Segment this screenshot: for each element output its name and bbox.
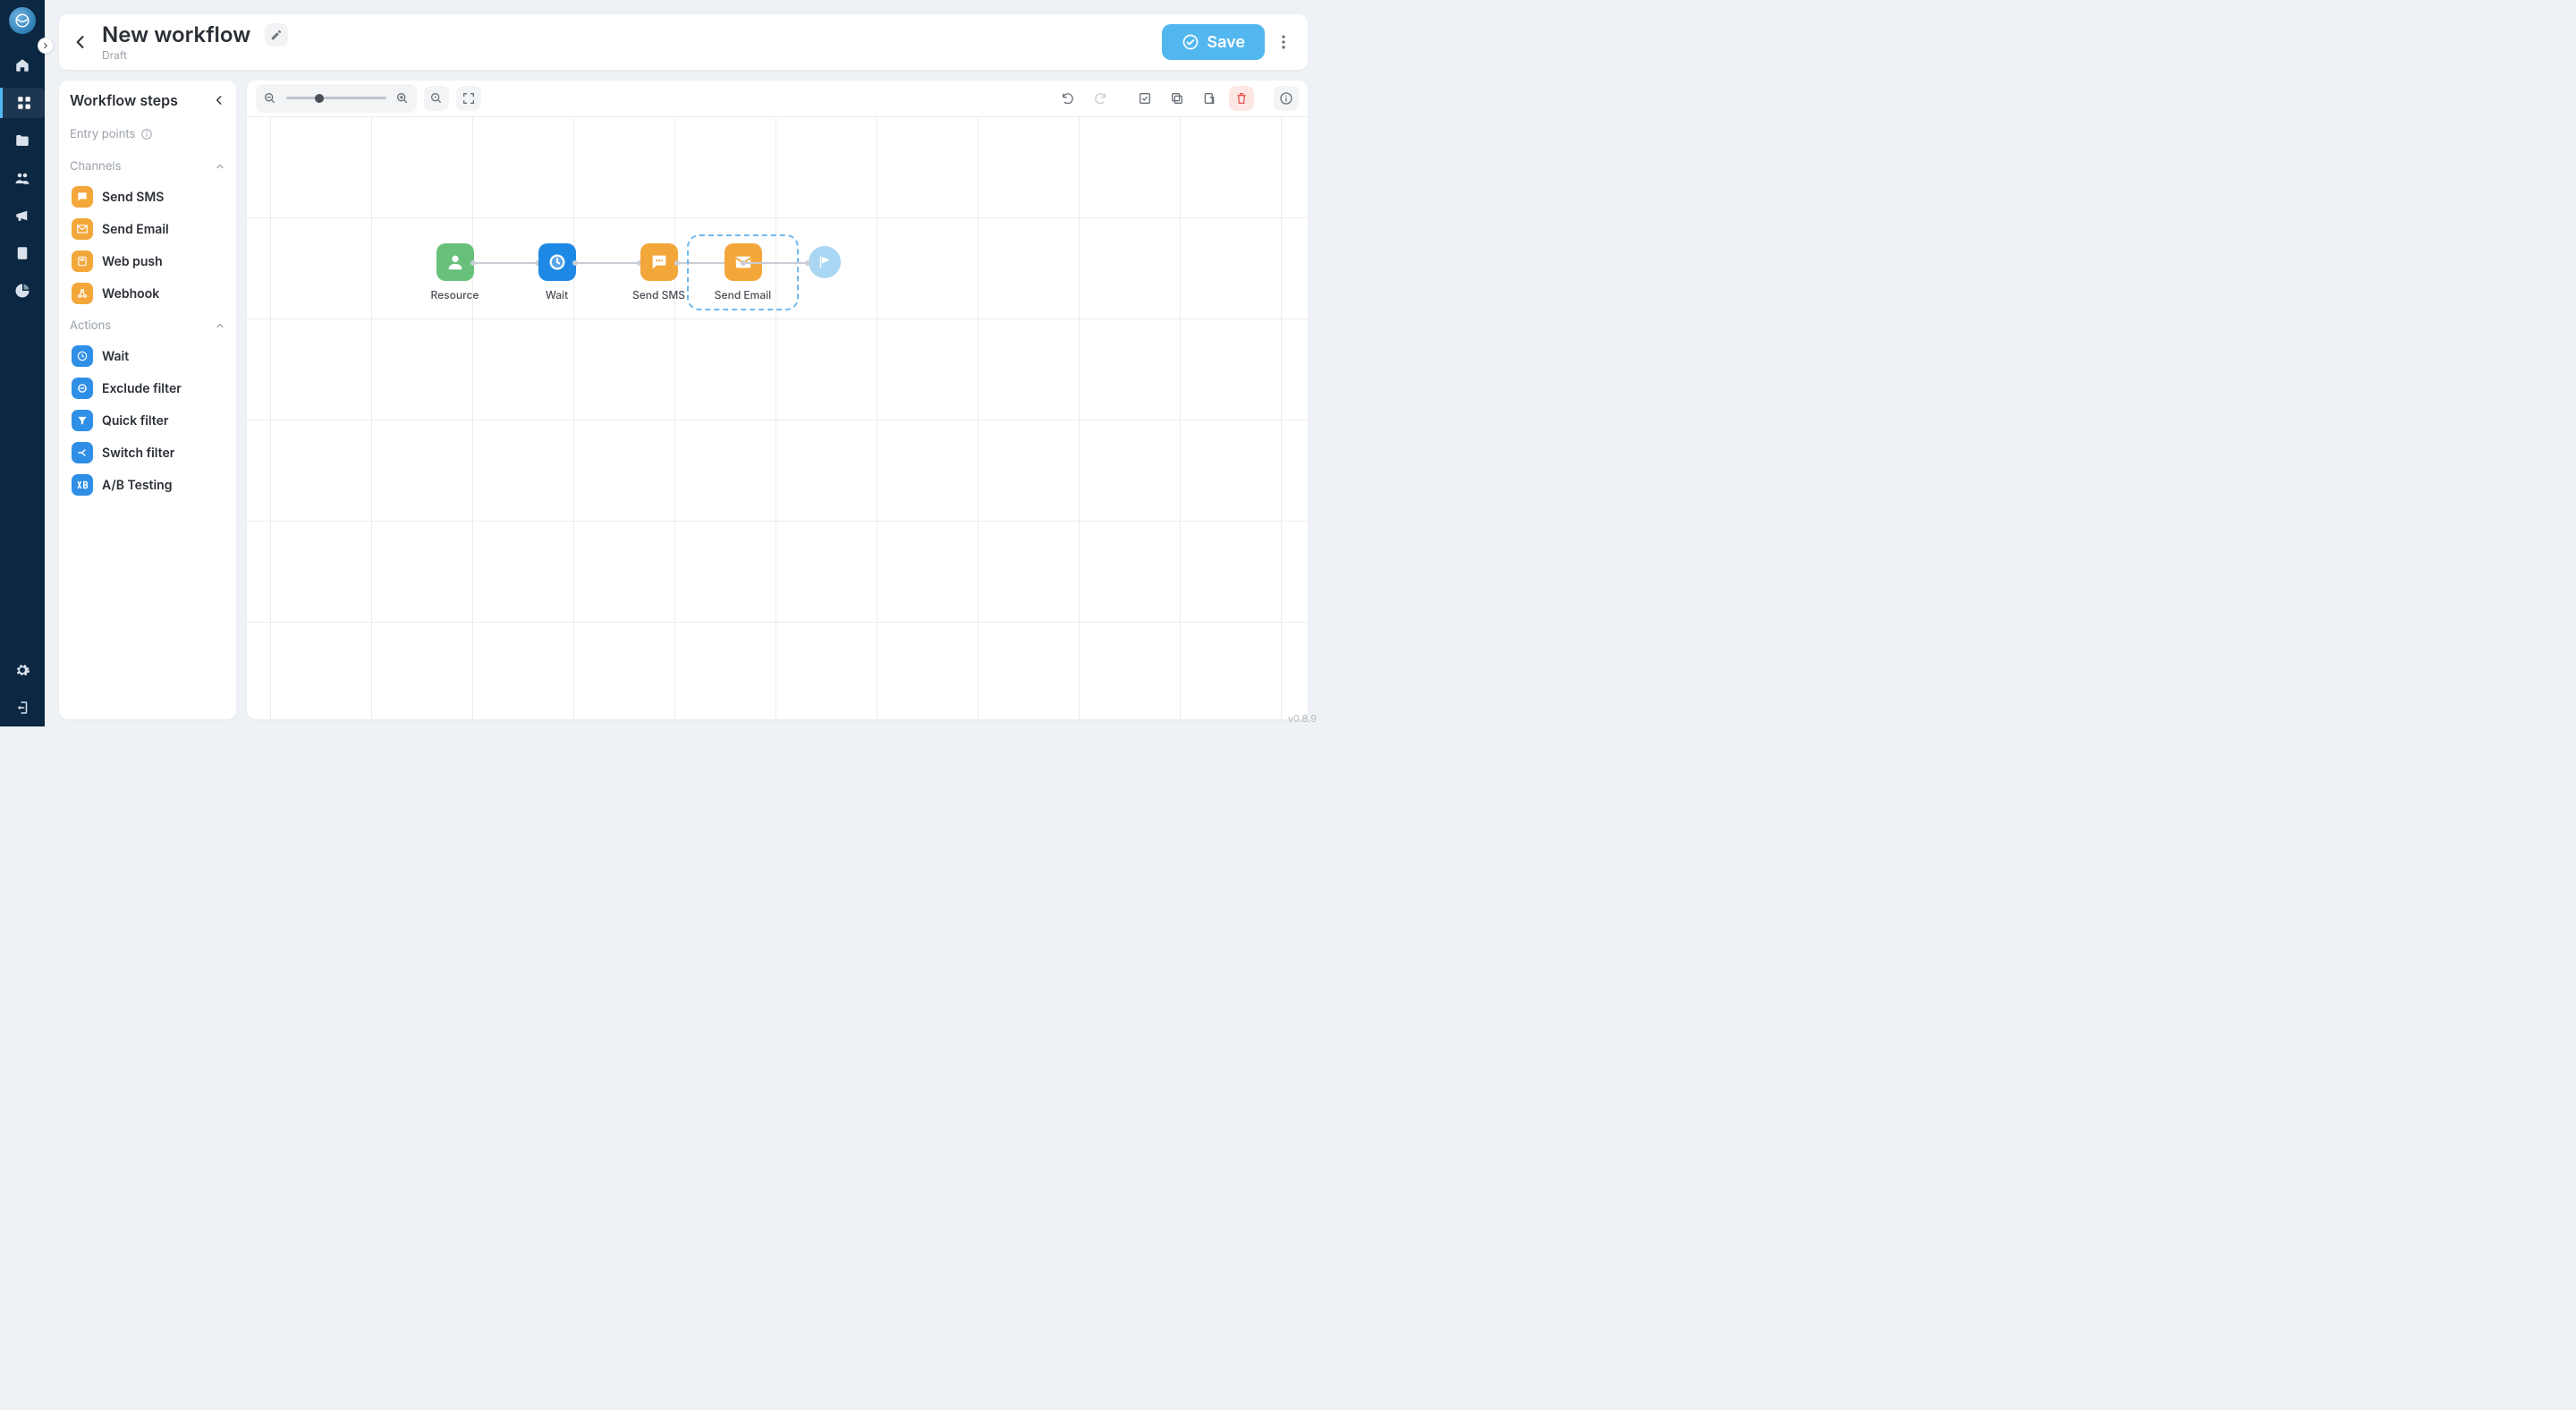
canvas-toolbar [247,81,1308,116]
chevron-up-icon [215,161,225,172]
webhook-icon [72,283,93,304]
step-send-email[interactable]: Send Email [70,213,225,245]
steps-panel: Workflow steps Entry points Channels [59,81,236,719]
steps-panel-title: Workflow steps [70,91,178,109]
zoom-slider[interactable] [286,86,386,111]
actions-label: Actions [70,319,111,333]
step-label: Exclude filter [102,381,182,396]
paste-button[interactable] [1197,86,1222,111]
flow-end[interactable] [809,246,841,278]
workflow-canvas[interactable]: Resource Wait Send SMS [247,116,1308,719]
nav-home[interactable] [7,50,38,81]
nav-workflows[interactable] [0,88,45,118]
nav-settings[interactable] [7,655,38,685]
channels-label: Channels [70,159,121,174]
zoom-out-button[interactable] [258,86,283,111]
nav-campaigns[interactable] [7,200,38,231]
info-icon[interactable] [140,128,153,140]
steps-panel-collapse[interactable] [213,94,225,106]
canvas-grid [247,116,1308,719]
nav-rail [0,0,45,726]
step-label: Quick filter [102,413,168,429]
filter-icon [72,410,93,431]
nav-templates[interactable] [7,238,38,268]
node-label: Resource [431,288,479,302]
actions-section-header[interactable]: Actions [70,319,225,333]
nav-logout[interactable] [7,692,38,723]
step-quick-filter[interactable]: Quick filter [70,404,225,437]
chevron-up-icon [215,320,225,331]
zoom-reset-button[interactable] [424,86,449,111]
connector [743,262,808,264]
step-label: Switch filter [102,446,174,461]
redo-button[interactable] [1088,86,1113,111]
page-header: New workflow Draft Save [59,14,1308,70]
node-label: Wait [546,288,568,302]
rail-expand-toggle[interactable] [38,38,54,54]
node-label: Send SMS [632,288,685,302]
step-label: Send Email [102,222,169,237]
back-button[interactable] [72,33,97,51]
step-send-sms[interactable]: Send SMS [70,181,225,213]
step-web-push[interactable]: Web push [70,245,225,277]
step-ab-testing[interactable]: A/B Testing [70,469,225,501]
workflow-flow: Resource Wait Send SMS [404,243,841,302]
nav-analytics[interactable] [7,276,38,306]
step-exclude-filter[interactable]: Exclude filter [70,372,225,404]
node-wait[interactable]: Wait [506,243,607,302]
switch-icon [72,442,93,463]
step-label: Send SMS [102,190,164,205]
info-button[interactable] [1274,86,1299,111]
step-label: A/B Testing [102,478,173,493]
fullscreen-button[interactable] [456,86,481,111]
ab-icon [72,474,93,496]
sms-icon [72,186,93,208]
app-version: v0.8.9 [1288,712,1317,725]
save-button[interactable]: Save [1162,24,1265,60]
workflow-status: Draft [102,49,288,62]
node-send-email[interactable]: Send Email [692,240,793,305]
app-logo [9,7,36,34]
workflow-title: New workflow [102,22,250,47]
email-icon [72,218,93,240]
step-label: Webhook [102,286,159,302]
step-label: Web push [102,254,163,269]
step-webhook[interactable]: Webhook [70,277,225,310]
check-circle-icon [1182,33,1199,51]
zoom-in-button[interactable] [390,86,415,111]
nav-people[interactable] [7,163,38,193]
step-wait[interactable]: Wait [70,340,225,372]
exclude-icon [72,378,93,399]
save-button-label: Save [1207,33,1245,52]
header-overflow-menu[interactable] [1272,24,1295,60]
node-resource[interactable]: Resource [404,243,505,302]
entry-points-section: Entry points [70,127,225,141]
undo-button[interactable] [1055,86,1080,111]
canvas-panel: Resource Wait Send SMS [247,81,1308,719]
rename-button[interactable] [265,23,288,47]
channels-section-header[interactable]: Channels [70,159,225,174]
delete-button[interactable] [1229,86,1254,111]
step-switch-filter[interactable]: Switch filter [70,437,225,469]
clock-icon [72,345,93,367]
validate-button[interactable] [1132,86,1157,111]
entry-points-label: Entry points [70,127,135,141]
node-label: Send Email [715,288,771,302]
nav-files[interactable] [7,125,38,156]
copy-button[interactable] [1165,86,1190,111]
step-label: Wait [102,349,129,364]
webpush-icon [72,251,93,272]
